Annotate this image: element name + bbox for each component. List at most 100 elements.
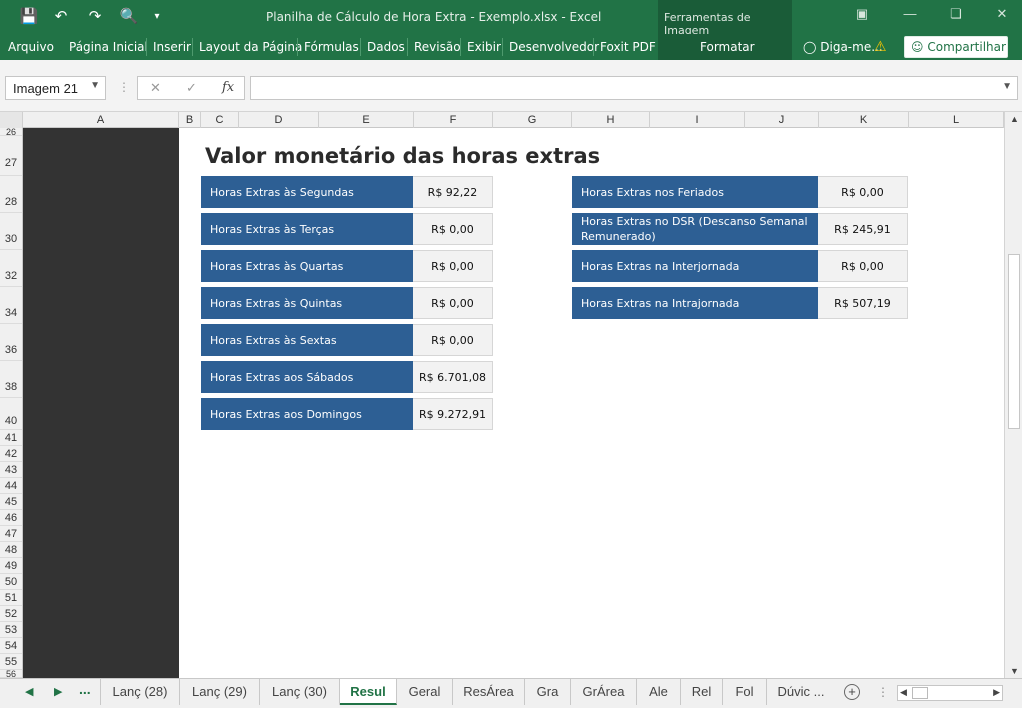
scroll-up-icon[interactable]: ▲ (1010, 114, 1019, 124)
undo-icon[interactable]: ↶ (50, 5, 72, 27)
sheet-tab[interactable]: Ale (637, 679, 681, 705)
row-header[interactable]: 53 (0, 622, 22, 638)
result-card[interactable]: Horas Extras às Terças R$ 0,00 (201, 213, 493, 245)
scroll-thumb[interactable] (1008, 254, 1020, 429)
tab-foxit-pdf[interactable]: Foxit PDF (600, 40, 656, 54)
scroll-down-icon[interactable]: ▼ (1010, 666, 1019, 676)
row-header[interactable]: 41 (0, 430, 22, 446)
warning-icon[interactable]: ⚠ (874, 38, 887, 55)
sheet-tab[interactable]: Rel (681, 679, 723, 705)
row-header[interactable]: 34 (0, 287, 22, 324)
sheet-tab[interactable]: Fol (723, 679, 767, 705)
column-header[interactable]: B (179, 112, 201, 128)
vertical-scrollbar[interactable]: ▲ ▼ (1004, 112, 1022, 678)
sheet-tab[interactable]: Lanç (29) (180, 679, 260, 705)
scroll-right-icon[interactable]: ▶ (993, 687, 1000, 698)
tab-arquivo[interactable]: Arquivo (8, 40, 54, 54)
name-box[interactable]: Imagem 21 ▼ (5, 76, 106, 100)
tab-dados[interactable]: Dados (367, 40, 405, 54)
horizontal-scrollbar[interactable]: ◀ ▶ (897, 685, 1003, 701)
add-sheet-icon[interactable]: + (844, 684, 860, 700)
column-header[interactable]: H (572, 112, 650, 128)
row-header[interactable]: 28 (0, 176, 22, 213)
cancel-icon[interactable]: ✕ (150, 80, 161, 96)
row-header[interactable]: 56 (0, 670, 22, 678)
tab-layout[interactable]: Layout da Página (199, 40, 302, 54)
enter-icon[interactable]: ✓ (186, 80, 197, 96)
row-header[interactable]: 42 (0, 446, 22, 462)
row-header[interactable]: 47 (0, 526, 22, 542)
formula-input[interactable]: ▼ (250, 76, 1018, 100)
sheet-tab[interactable]: Gra (525, 679, 571, 705)
tab-exibir[interactable]: Exibir (467, 40, 501, 54)
result-card[interactable]: Horas Extras às Sextas R$ 0,00 (201, 324, 493, 356)
chevron-down-icon[interactable]: ▼ (90, 80, 100, 91)
prev-sheet-icon[interactable]: ◀ (25, 685, 33, 698)
row-header[interactable]: 54 (0, 638, 22, 654)
ribbon-display-icon[interactable]: ▣ (850, 6, 874, 26)
row-header[interactable]: 51 (0, 590, 22, 606)
tab-revisao[interactable]: Revisão (414, 40, 461, 54)
print-preview-icon[interactable]: 🔍 (118, 5, 140, 27)
tab-splitter-icon[interactable]: ⋮ (877, 685, 889, 699)
result-card[interactable]: Horas Extras às Segundas R$ 92,22 (201, 176, 493, 208)
result-card[interactable]: Horas Extras no DSR (Descanso Semanal Re… (572, 213, 908, 245)
tab-desenvolvedor[interactable]: Desenvolvedor (509, 40, 599, 54)
drag-handle-icon[interactable]: ⋮ (118, 80, 130, 94)
column-header[interactable]: E (319, 112, 414, 128)
sheet-tab[interactable]: ResÁrea (453, 679, 525, 705)
tab-pagina-inicial[interactable]: Página Inicial (69, 40, 148, 54)
expand-formula-icon[interactable]: ▼ (1002, 81, 1012, 92)
tell-me-box[interactable]: ◯ Diga-me... (803, 40, 883, 54)
row-header[interactable]: 52 (0, 606, 22, 622)
row-header[interactable]: 26 (0, 128, 22, 137)
column-header[interactable]: D (239, 112, 319, 128)
sheet-tab[interactable]: Geral (397, 679, 453, 705)
result-card[interactable]: Horas Extras aos Domingos R$ 9.272,91 (201, 398, 493, 430)
row-header[interactable]: 46 (0, 510, 22, 526)
result-card[interactable]: Horas Extras nos Feriados R$ 0,00 (572, 176, 908, 208)
row-header[interactable]: 55 (0, 654, 22, 670)
result-card[interactable]: Horas Extras aos Sábados R$ 6.701,08 (201, 361, 493, 393)
select-all-corner[interactable] (0, 112, 23, 128)
row-header[interactable]: 43 (0, 462, 22, 478)
next-sheet-icon[interactable]: ▶ (54, 685, 62, 698)
column-header[interactable]: L (909, 112, 1004, 128)
result-card[interactable]: Horas Extras na Interjornada R$ 0,00 (572, 250, 908, 282)
result-card[interactable]: Horas Extras às Quartas R$ 0,00 (201, 250, 493, 282)
tab-inserir[interactable]: Inserir (153, 40, 191, 54)
column-header[interactable]: I (650, 112, 745, 128)
column-header[interactable]: A (23, 112, 179, 128)
restore-icon[interactable]: ❏ (944, 6, 968, 26)
more-sheets-left[interactable]: ... (79, 681, 91, 697)
result-card[interactable]: Horas Extras às Quintas R$ 0,00 (201, 287, 493, 319)
minimize-icon[interactable]: — (898, 6, 922, 26)
sheet-tab[interactable]: Dúvic ... (767, 679, 835, 705)
insert-function-icon[interactable]: fx (222, 80, 234, 95)
row-header[interactable]: 30 (0, 213, 22, 250)
row-header[interactable]: 32 (0, 250, 22, 287)
row-header[interactable]: 40 (0, 398, 22, 430)
row-header[interactable]: 38 (0, 361, 22, 398)
column-header[interactable]: G (493, 112, 572, 128)
row-header[interactable]: 36 (0, 324, 22, 361)
column-header[interactable]: C (201, 112, 239, 128)
result-card[interactable]: Horas Extras na Intrajornada R$ 507,19 (572, 287, 908, 319)
scroll-left-icon[interactable]: ◀ (900, 687, 907, 698)
redo-icon[interactable]: ↷ (84, 5, 106, 27)
row-header[interactable]: 44 (0, 478, 22, 494)
row-header[interactable]: 45 (0, 494, 22, 510)
sheet-tab[interactable]: GrÁrea (571, 679, 637, 705)
save-icon[interactable]: 💾 (18, 5, 40, 27)
share-button[interactable]: ☺ Compartilhar (904, 36, 1008, 58)
row-header[interactable]: 50 (0, 574, 22, 590)
hscroll-thumb[interactable] (912, 687, 928, 699)
customize-qat-icon[interactable]: ▾ (146, 5, 168, 27)
sheet-tab-active[interactable]: Resul (340, 679, 397, 705)
tab-formatar[interactable]: Formatar (700, 40, 755, 54)
column-header[interactable]: J (745, 112, 819, 128)
sheet-tab[interactable]: Lanç (28) (100, 679, 180, 705)
row-header[interactable]: 49 (0, 558, 22, 574)
column-header[interactable]: F (414, 112, 493, 128)
row-header[interactable]: 48 (0, 542, 22, 558)
